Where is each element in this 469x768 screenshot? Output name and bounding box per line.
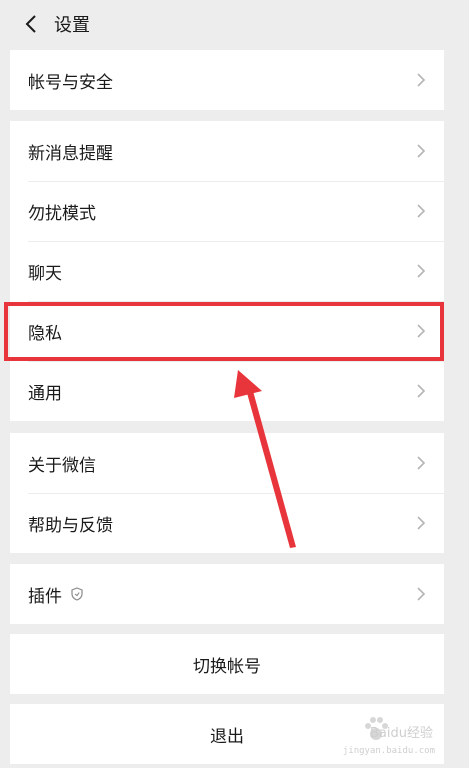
switch-account-group: 切换帐号 <box>10 634 444 694</box>
back-button[interactable] <box>14 0 48 48</box>
chevron-right-icon <box>417 264 426 278</box>
settings-item-label: 帐号与安全 <box>28 72 113 93</box>
group-plugins: 插件 <box>10 564 444 624</box>
switch-account-label: 切换帐号 <box>193 656 261 677</box>
watermark: Baidu经验 jingyan.baidu.com <box>343 712 443 760</box>
watermark-url: jingyan.baidu.com <box>342 746 435 756</box>
chevron-right-icon <box>417 324 426 338</box>
chevron-right-icon <box>417 73 426 87</box>
page-title: 设置 <box>54 15 90 36</box>
settings-item-account-security[interactable]: 帐号与安全 <box>10 50 444 110</box>
nav-header: 设置 <box>10 0 444 48</box>
settings-item-chat[interactable]: 聊天 <box>10 241 444 301</box>
settings-item-label: 聊天 <box>28 263 62 284</box>
chevron-right-icon <box>417 587 426 601</box>
watermark-brand: Baidu经验 <box>370 726 433 741</box>
settings-item-help-feedback[interactable]: 帮助与反馈 <box>10 493 444 553</box>
shield-icon <box>71 587 83 601</box>
chevron-left-icon <box>25 15 36 33</box>
group-about: 关于微信 帮助与反馈 <box>10 433 444 553</box>
chevron-right-icon <box>417 384 426 398</box>
settings-item-label: 勿扰模式 <box>28 203 96 224</box>
settings-item-label: 帮助与反馈 <box>28 515 113 536</box>
settings-item-about[interactable]: 关于微信 <box>10 433 444 493</box>
settings-item-do-not-disturb[interactable]: 勿扰模式 <box>10 181 444 241</box>
group-main: 新消息提醒 勿扰模式 聊天 隐私 通用 <box>10 121 444 421</box>
chevron-right-icon <box>417 456 426 470</box>
group-account: 帐号与安全 <box>10 50 444 110</box>
chevron-right-icon <box>417 144 426 158</box>
settings-item-label: 关于微信 <box>28 455 96 476</box>
chevron-right-icon <box>417 516 426 530</box>
settings-item-label: 隐私 <box>28 323 62 344</box>
chevron-right-icon <box>417 204 426 218</box>
settings-item-general[interactable]: 通用 <box>10 361 444 421</box>
settings-item-plugins[interactable]: 插件 <box>10 564 444 624</box>
settings-item-label: 新消息提醒 <box>28 143 113 164</box>
settings-item-label: 插件 <box>28 586 62 607</box>
settings-item-label: 通用 <box>28 383 62 404</box>
switch-account-button[interactable]: 切换帐号 <box>10 634 444 694</box>
settings-item-privacy[interactable]: 隐私 <box>10 301 444 361</box>
settings-item-notifications[interactable]: 新消息提醒 <box>10 121 444 181</box>
logout-label: 退出 <box>210 726 244 747</box>
